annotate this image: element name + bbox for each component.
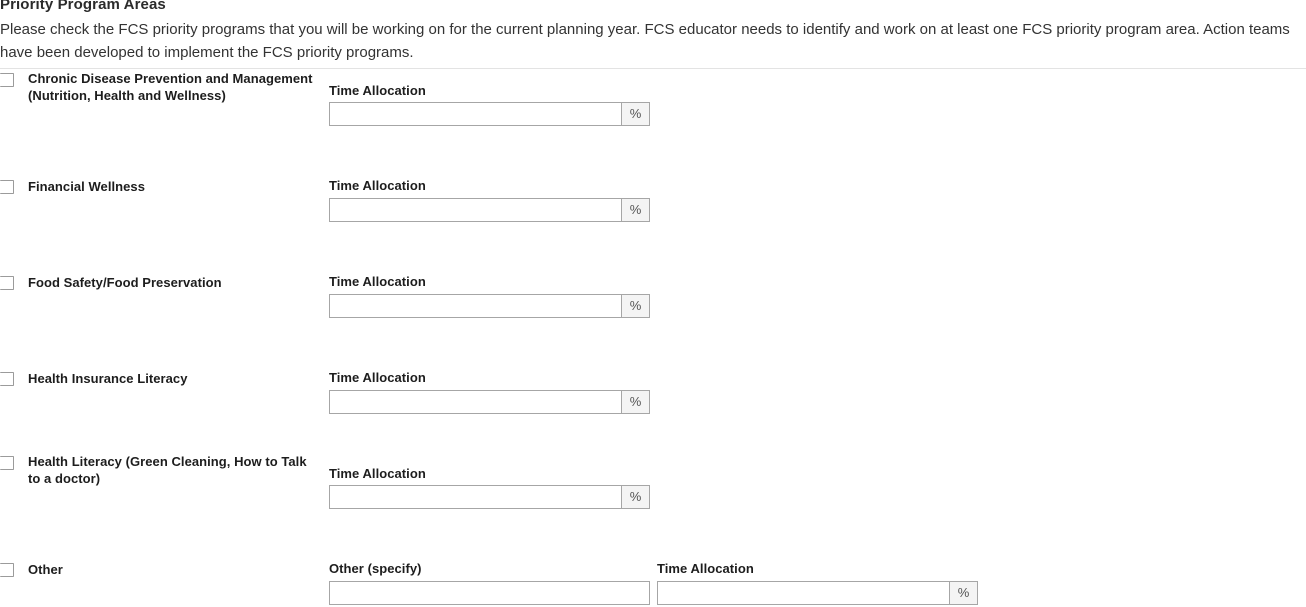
time-allocation-input-health-literacy[interactable]	[329, 485, 622, 509]
time-allocation-input-financial-wellness[interactable]	[329, 198, 622, 222]
time-allocation-label-chronic-disease: Time Allocation	[329, 83, 426, 98]
option-label-chronic-disease-prevention-and-management: Chronic Disease Prevention and Managemen…	[28, 71, 313, 103]
checkbox-health-insurance-literacy[interactable]	[0, 372, 14, 386]
checkbox-chronic-disease-prevention-and-management[interactable]	[0, 73, 14, 87]
percent-addon-financial-wellness: %	[622, 198, 650, 222]
time-allocation-label-other: Time Allocation	[657, 561, 754, 576]
option-label-health-insurance-literacy: Health Insurance Literacy	[28, 371, 188, 386]
section-divider	[0, 68, 1306, 69]
time-allocation-input-group-health-insurance-literacy: %	[329, 390, 650, 414]
time-allocation-input-food-safety[interactable]	[329, 294, 622, 318]
page-title: Priority Program Areas	[0, 0, 166, 13]
time-allocation-input-group-health-literacy: %	[329, 485, 650, 509]
time-allocation-input-group-other: %	[657, 581, 978, 605]
other-specify-input[interactable]	[329, 581, 650, 605]
priority-program-areas-form: Priority Program Areas Please check the …	[0, 0, 1306, 607]
other-specify-label: Other (specify)	[329, 561, 422, 576]
time-allocation-input-health-insurance-literacy[interactable]	[329, 390, 622, 414]
time-allocation-label-financial-wellness: Time Allocation	[329, 178, 426, 193]
percent-addon-chronic-disease: %	[622, 102, 650, 126]
time-allocation-input-group-chronic-disease: %	[329, 102, 650, 126]
checkbox-financial-wellness[interactable]	[0, 180, 14, 194]
time-allocation-input-other[interactable]	[657, 581, 950, 605]
time-allocation-label-health-literacy: Time Allocation	[329, 466, 426, 481]
option-label-food-safety-food-preservation: Food Safety/Food Preservation	[28, 275, 222, 290]
percent-addon-other: %	[950, 581, 978, 605]
time-allocation-input-group-financial-wellness: %	[329, 198, 650, 222]
option-label-financial-wellness: Financial Wellness	[28, 179, 145, 194]
checkbox-health-literacy[interactable]	[0, 456, 14, 470]
time-allocation-label-health-insurance-literacy: Time Allocation	[329, 370, 426, 385]
percent-addon-health-literacy: %	[622, 485, 650, 509]
checkbox-food-safety-food-preservation[interactable]	[0, 276, 14, 290]
time-allocation-input-group-food-safety: %	[329, 294, 650, 318]
option-label-other: Other	[28, 562, 63, 577]
time-allocation-label-food-safety: Time Allocation	[329, 274, 426, 289]
percent-addon-food-safety: %	[622, 294, 650, 318]
option-label-health-literacy: Health Literacy (Green Cleaning, How to …	[28, 454, 307, 486]
percent-addon-health-insurance-literacy: %	[622, 390, 650, 414]
time-allocation-input-chronic-disease[interactable]	[329, 102, 622, 126]
section-description: Please check the FCS priority programs t…	[0, 21, 1290, 61]
checkbox-other[interactable]	[0, 563, 14, 577]
